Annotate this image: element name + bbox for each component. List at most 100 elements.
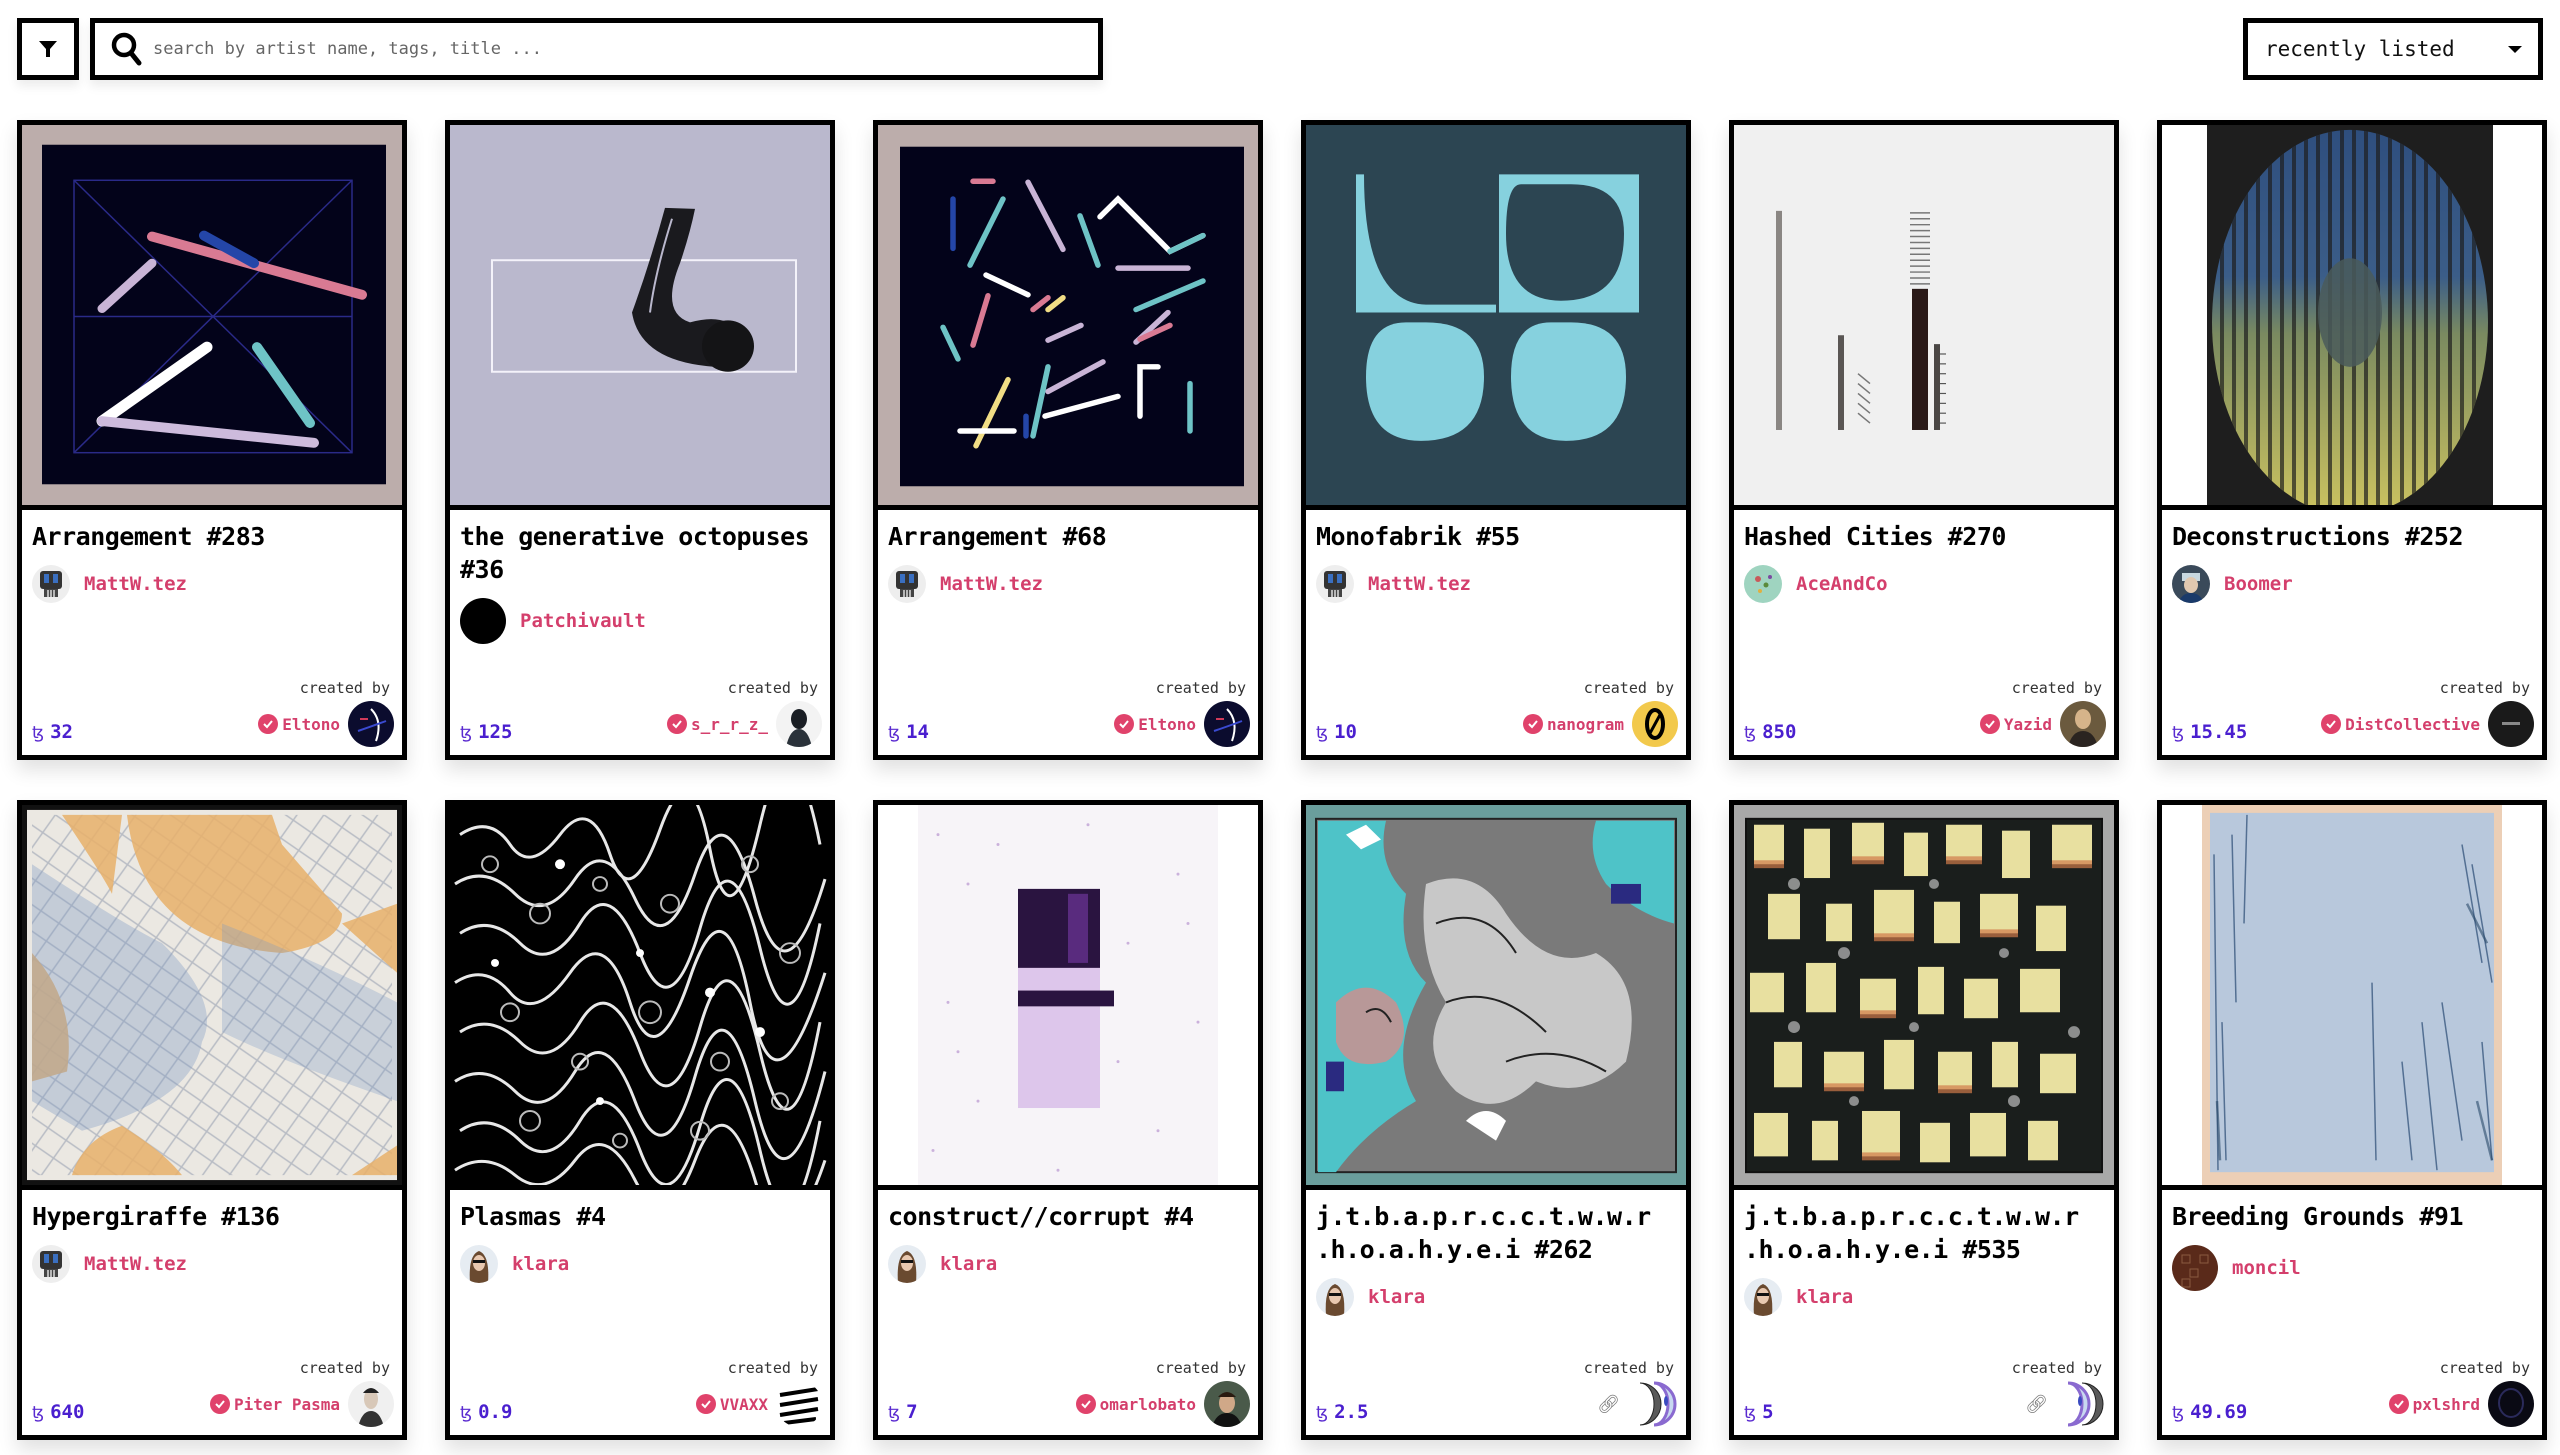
artwork-card[interactable]: Monofabrik #55 MattW.tez ꜩ 10 created by… xyxy=(1301,120,1691,760)
creator-name[interactable]: Eltono xyxy=(282,715,340,734)
collab-creators[interactable]: 🔗︎ xyxy=(2025,1381,2106,1427)
owner[interactable]: moncil xyxy=(2172,1245,2532,1291)
owner[interactable]: klara xyxy=(1744,1278,2104,1316)
sort-dropdown[interactable]: recently listed xyxy=(2243,18,2543,80)
artwork-card[interactable]: Plasmas #4 klara ꜩ 0.9 created by VVAXX xyxy=(445,800,835,1440)
artwork-image[interactable] xyxy=(1734,125,2114,510)
artwork-card[interactable]: j.t.b.a.p.r.c.c.t.w.w.r .h.o.a.h.y.e.i #… xyxy=(1729,800,2119,1440)
creator-avatar-icon[interactable] xyxy=(1204,1381,1250,1427)
owner-avatar-icon xyxy=(1744,565,1782,603)
price: ꜩ 2.5 xyxy=(1316,1401,1368,1423)
creator-avatar-icon[interactable] xyxy=(776,1381,822,1427)
artwork-title[interactable]: Plasmas #4 xyxy=(460,1200,820,1233)
artwork-image[interactable] xyxy=(1734,805,2114,1190)
owner-avatar-icon xyxy=(888,1245,926,1283)
verified-badge-icon xyxy=(2388,1394,2409,1414)
artwork-title[interactable]: the generative octopuses #36 xyxy=(460,520,820,586)
artwork-card[interactable]: Hashed Cities #270 AceAndCo ꜩ 850 create… xyxy=(1729,120,2119,760)
owner[interactable]: MattW.tez xyxy=(32,1245,392,1283)
creator-avatar-icon[interactable] xyxy=(348,701,394,747)
creator: created by VVAXX xyxy=(695,1359,822,1427)
owner-name[interactable]: klara xyxy=(512,1253,569,1275)
creator-name[interactable]: nanogram xyxy=(1547,715,1624,734)
artwork-image[interactable] xyxy=(878,125,1258,510)
artwork-card[interactable]: Arrangement #68 MattW.tez ꜩ 14 created b… xyxy=(873,120,1263,760)
owner-name[interactable]: klara xyxy=(940,1253,997,1275)
artwork-card[interactable]: construct//corrupt #4 klara ꜩ 7 created … xyxy=(873,800,1263,1440)
artwork-title[interactable]: Monofabrik #55 xyxy=(1316,520,1676,553)
creator-name[interactable]: omarlobato xyxy=(1100,1395,1196,1414)
creator-name[interactable]: s_r_r_z_ xyxy=(691,715,768,734)
creator-avatar-icon[interactable] xyxy=(1632,701,1678,747)
owner[interactable]: Patchivault xyxy=(460,598,820,644)
owner[interactable]: MattW.tez xyxy=(888,565,1248,603)
owner-name[interactable]: Boomer xyxy=(2224,573,2293,595)
filter-button[interactable] xyxy=(17,18,79,80)
artwork-title[interactable]: Deconstructions #252 xyxy=(2172,520,2532,553)
owner-name[interactable]: MattW.tez xyxy=(940,573,1043,595)
artwork-card[interactable]: Hypergiraffe #136 MattW.tez ꜩ 640 create… xyxy=(17,800,407,1440)
owner-name[interactable]: AceAndCo xyxy=(1796,573,1888,595)
artwork-image[interactable] xyxy=(2162,805,2542,1190)
creator-name[interactable]: Piter Pasma xyxy=(234,1395,340,1414)
creator-avatar-icon[interactable] xyxy=(2488,701,2534,747)
creator-avatar-icon[interactable] xyxy=(776,701,822,747)
artwork-image[interactable] xyxy=(22,125,402,510)
owner-name[interactable]: klara xyxy=(1796,1286,1853,1308)
creator: created by nanogram xyxy=(1522,679,1678,747)
tezos-icon: ꜩ xyxy=(2172,723,2185,743)
artwork-title[interactable]: Hypergiraffe #136 xyxy=(32,1200,392,1233)
owner[interactable]: klara xyxy=(460,1245,820,1283)
owner-name[interactable]: moncil xyxy=(2232,1257,2301,1279)
owner[interactable]: Boomer xyxy=(2172,565,2532,603)
artwork-title[interactable]: Arrangement #283 xyxy=(32,520,392,553)
owner-name[interactable]: MattW.tez xyxy=(84,573,187,595)
creator-name[interactable]: pxlshrd xyxy=(2413,1395,2480,1414)
creator-name[interactable]: Eltono xyxy=(1138,715,1196,734)
creator: created by Yazid xyxy=(1979,679,2106,747)
owner-name[interactable]: Patchivault xyxy=(520,610,646,632)
artwork-image[interactable] xyxy=(1306,125,1686,510)
artwork-image[interactable] xyxy=(450,805,830,1190)
creator-avatar-icon[interactable] xyxy=(2060,701,2106,747)
artwork-card[interactable]: Breeding Grounds #91 moncil ꜩ 49.69 crea… xyxy=(2157,800,2547,1440)
artwork-image[interactable] xyxy=(1306,805,1686,1190)
creator-avatar-icon[interactable] xyxy=(2488,1381,2534,1427)
search-input[interactable] xyxy=(147,23,1098,75)
owner[interactable]: klara xyxy=(888,1245,1248,1283)
owner[interactable]: MattW.tez xyxy=(32,565,392,603)
artwork-card[interactable]: Arrangement #283 MattW.tez ꜩ 32 created … xyxy=(17,120,407,760)
artwork-image[interactable] xyxy=(450,125,830,510)
verified-badge-icon xyxy=(695,1394,716,1414)
created-by-label: created by xyxy=(1155,679,1246,697)
creator-avatar-icon[interactable] xyxy=(348,1381,394,1427)
collab-creators[interactable]: 🔗︎ xyxy=(1597,1381,1678,1427)
owner-name[interactable]: klara xyxy=(1368,1286,1425,1308)
artwork-title[interactable]: Hashed Cities #270 xyxy=(1744,520,2104,553)
artwork-title[interactable]: j.t.b.a.p.r.c.c.t.w.w.r .h.o.a.h.y.e.i #… xyxy=(1744,1200,2104,1266)
verified-badge-icon xyxy=(1075,1394,1096,1414)
artwork-title[interactable]: Breeding Grounds #91 xyxy=(2172,1200,2532,1233)
artwork-card[interactable]: the generative octopuses #36 Patchivault… xyxy=(445,120,835,760)
price: ꜩ 49.69 xyxy=(2172,1401,2247,1423)
owner-name[interactable]: MattW.tez xyxy=(84,1253,187,1275)
collab-avatar-icon xyxy=(2067,1381,2104,1427)
artwork-card[interactable]: j.t.b.a.p.r.c.c.t.w.w.r .h.o.a.h.y.e.i #… xyxy=(1301,800,1691,1440)
artwork-image[interactable] xyxy=(878,805,1258,1190)
price: ꜩ 640 xyxy=(32,1401,84,1423)
owner[interactable]: AceAndCo xyxy=(1744,565,2104,603)
creator-name[interactable]: VVAXX xyxy=(720,1395,768,1414)
artwork-title[interactable]: Arrangement #68 xyxy=(888,520,1248,553)
owner[interactable]: klara xyxy=(1316,1278,1676,1316)
artwork-image[interactable] xyxy=(22,805,402,1190)
sort-selected-label: recently listed xyxy=(2265,37,2455,61)
creator-name[interactable]: DistCollective xyxy=(2345,715,2480,734)
creator-avatar-icon[interactable] xyxy=(1204,701,1250,747)
owner[interactable]: MattW.tez xyxy=(1316,565,1676,603)
artwork-image[interactable] xyxy=(2162,125,2542,510)
owner-name[interactable]: MattW.tez xyxy=(1368,573,1471,595)
artwork-title[interactable]: j.t.b.a.p.r.c.c.t.w.w.r .h.o.a.h.y.e.i #… xyxy=(1316,1200,1676,1266)
creator-name[interactable]: Yazid xyxy=(2004,715,2052,734)
artwork-card[interactable]: Deconstructions #252 Boomer ꜩ 15.45 crea… xyxy=(2157,120,2547,760)
artwork-title[interactable]: construct//corrupt #4 xyxy=(888,1200,1248,1233)
